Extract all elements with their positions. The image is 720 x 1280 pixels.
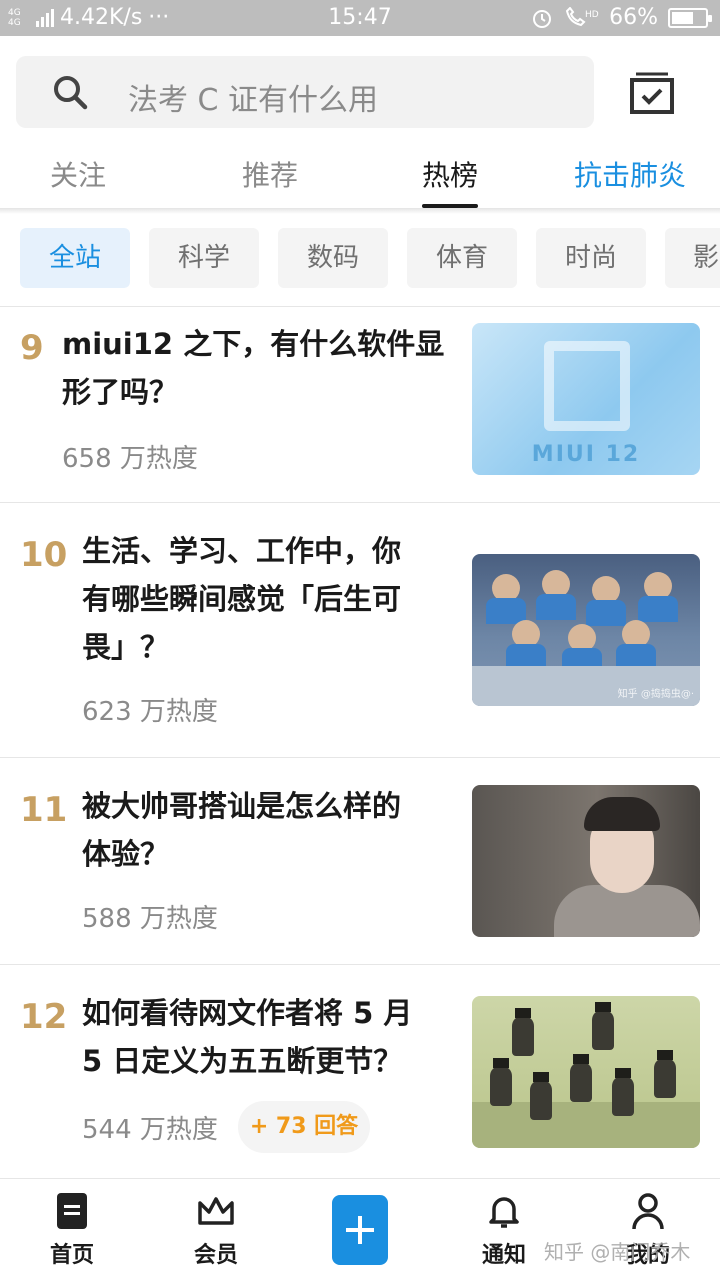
heat-count: 658 万热度 bbox=[62, 444, 198, 474]
thumbnail-image: 知乎 @捣捣虫@· bbox=[472, 554, 700, 706]
nav-notify[interactable]: 通知 bbox=[454, 1191, 554, 1269]
answer-count-badge: + 73 回答 bbox=[238, 1101, 370, 1153]
rank-number: 12 bbox=[20, 997, 68, 1037]
rank-number: 11 bbox=[20, 790, 68, 830]
hot-item-11[interactable]: 11 被大帅哥搭讪是怎么样的 体验？ 588 万热度 bbox=[0, 758, 720, 964]
item-title: 如何看待网文作者将 5 月 5 日定义为五五断更节？ bbox=[82, 989, 462, 1085]
heat-count: 623 万热度 bbox=[82, 697, 218, 727]
hot-item-10[interactable]: 10 生活、学习、工作中，你 有哪些瞬间感觉「后生可 畏」？ 623 万热度 知… bbox=[0, 503, 720, 757]
title-line: 被大帅哥搭讪是怎么样的 bbox=[82, 789, 402, 823]
svg-text:HD: HD bbox=[585, 10, 599, 20]
nav-label: 首页 bbox=[49, 1243, 94, 1268]
user-icon bbox=[632, 1193, 664, 1230]
home-icon bbox=[57, 1193, 87, 1229]
chip-science[interactable]: 科学 bbox=[149, 228, 259, 288]
title-line: miui12 之下，有什么软件显 bbox=[62, 327, 445, 361]
battery-fill bbox=[672, 11, 693, 24]
title-line: 形了吗？ bbox=[62, 375, 179, 409]
hot-item-12[interactable]: 12 如何看待网文作者将 5 月 5 日定义为五五断更节？ 544 万热度 + … bbox=[0, 965, 720, 1177]
title-line: 体验？ bbox=[82, 837, 170, 871]
title-line: 畏」？ bbox=[82, 630, 170, 664]
tab-hot-list[interactable]: 热榜 bbox=[422, 154, 478, 194]
status-right: HD 66% bbox=[531, 5, 712, 30]
nav-label: 会员 bbox=[193, 1243, 238, 1268]
chips-divider bbox=[0, 306, 720, 307]
thumbnail-image: MIUI 12 bbox=[472, 323, 700, 475]
category-chips: 全站 科学 数码 体育 时尚 影 bbox=[0, 228, 720, 288]
chip-fashion[interactable]: 时尚 bbox=[536, 228, 646, 288]
item-title: 生活、学习、工作中，你 有哪些瞬间感觉「后生可 畏」？ bbox=[82, 527, 462, 671]
search-icon bbox=[54, 76, 88, 110]
chip-sports[interactable]: 体育 bbox=[407, 228, 517, 288]
heat-count: 544 万热度 bbox=[82, 1115, 218, 1145]
title-line: 生活、学习、工作中，你 bbox=[82, 534, 402, 568]
alarm-icon bbox=[533, 9, 552, 28]
hot-item-9[interactable]: 9 miui12 之下，有什么软件显 形了吗？ 658 万热度 MIUI 12 bbox=[0, 308, 720, 502]
title-line: 5 日定义为五五断更节？ bbox=[82, 1044, 403, 1078]
bell-icon bbox=[489, 1197, 519, 1228]
nav-home[interactable]: 首页 bbox=[22, 1191, 122, 1269]
hd-call-icon: HD bbox=[565, 6, 599, 26]
add-post-button[interactable] bbox=[332, 1195, 388, 1265]
title-line: 有哪些瞬间感觉「后生可 bbox=[82, 582, 402, 616]
miui-logo bbox=[544, 341, 630, 431]
chip-digital[interactable]: 数码 bbox=[278, 228, 388, 288]
nav-label: 通知 bbox=[481, 1243, 526, 1268]
battery-percent: 66% bbox=[609, 5, 658, 30]
heat-count: 588 万热度 bbox=[82, 904, 218, 934]
item-title: miui12 之下，有什么软件显 形了吗？ bbox=[62, 320, 462, 416]
thumbnail-text: MIUI 12 bbox=[531, 442, 641, 467]
rank-number: 9 bbox=[20, 328, 44, 368]
crown-icon bbox=[198, 1197, 234, 1225]
thumbnail-image bbox=[472, 785, 700, 937]
item-title: 被大帅哥搭讪是怎么样的 体验？ bbox=[82, 782, 462, 878]
title-line: 如何看待网文作者将 5 月 bbox=[82, 996, 413, 1030]
nav-member[interactable]: 会员 bbox=[166, 1191, 266, 1269]
battery-icon bbox=[668, 7, 712, 28]
status-bar: 4G 4G 4.42K/s ··· 15:47 HD 66% bbox=[0, 0, 720, 36]
chip-film[interactable]: 影 bbox=[665, 228, 720, 288]
thumbnail-image bbox=[472, 996, 700, 1148]
search-bar[interactable]: 法考 C 证有什么用 bbox=[16, 56, 594, 128]
tabs-shadow bbox=[0, 208, 720, 214]
watermark-text: 知乎 @南门乔木 bbox=[544, 1240, 691, 1264]
tab-follow[interactable]: 关注 bbox=[50, 154, 106, 194]
top-tabs: 关注 推荐 热榜 抗击肺炎 bbox=[0, 140, 720, 210]
search-placeholder: 法考 C 证有什么用 bbox=[128, 83, 379, 118]
tab-recommend[interactable]: 推荐 bbox=[242, 154, 298, 194]
rank-number: 10 bbox=[20, 535, 68, 575]
tab-fight-pneumonia[interactable]: 抗击肺炎 bbox=[574, 154, 686, 194]
task-check-icon[interactable] bbox=[628, 70, 676, 116]
thumbnail-watermark: 知乎 @捣捣虫@· bbox=[617, 689, 694, 700]
chip-all[interactable]: 全站 bbox=[20, 228, 130, 288]
